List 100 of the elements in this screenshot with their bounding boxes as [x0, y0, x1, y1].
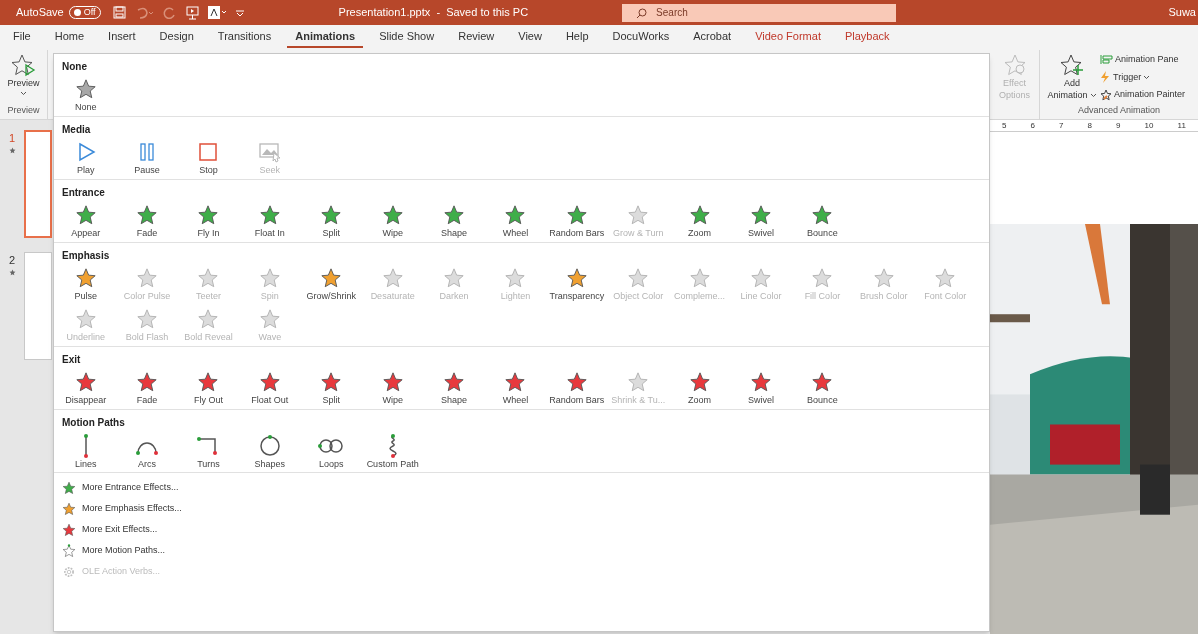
menu-item[interactable]: More Exit Effects... — [54, 519, 989, 540]
presenter-icon[interactable] — [185, 5, 199, 20]
animation-item[interactable]: Random Bars — [546, 199, 608, 240]
ribbon-tab[interactable]: Review — [450, 27, 503, 48]
animation-pane-icon — [1100, 54, 1113, 66]
animation-item[interactable]: Shapes — [239, 429, 301, 470]
animation-item[interactable]: Shape — [423, 199, 485, 240]
star-icon — [750, 371, 772, 394]
animation-item[interactable]: Wipe — [361, 366, 424, 407]
animation-painter-button[interactable]: Animation Painter — [1100, 88, 1186, 102]
ribbon-tab[interactable]: Video Format — [747, 27, 829, 48]
star-icon — [627, 204, 650, 227]
animation-item[interactable]: Bounce — [791, 366, 854, 407]
ribbon-tab[interactable]: Insert — [100, 27, 144, 48]
trigger-button[interactable]: Trigger — [1100, 70, 1186, 84]
redo-icon[interactable] — [161, 5, 176, 20]
animation-item[interactable]: Zoom — [668, 199, 731, 240]
undo-icon[interactable] — [135, 6, 154, 19]
animation-item[interactable]: Arcs — [116, 429, 178, 470]
star-icon — [258, 267, 281, 290]
star-icon — [688, 204, 711, 227]
animation-item[interactable]: Random Bars — [546, 366, 608, 407]
line-path-icon — [83, 434, 88, 458]
caret-icon — [1143, 74, 1151, 80]
star-icon — [258, 204, 281, 227]
ribbon-tab[interactable]: View — [510, 27, 550, 48]
animation-item[interactable]: Fly In — [177, 199, 240, 240]
group-label: Advanced Animation — [1076, 103, 1162, 117]
star-icon — [443, 267, 466, 290]
animation-item[interactable]: Lines — [55, 429, 117, 470]
animation-item[interactable]: Grow/Shrink — [300, 262, 362, 303]
ribbon-tab[interactable]: Slide Show — [371, 27, 443, 48]
search-field[interactable]: Search — [622, 3, 897, 22]
animation-item[interactable]: Loops — [300, 429, 362, 470]
animation-item[interactable]: Pause — [116, 136, 178, 177]
customize-caret-icon[interactable] — [235, 8, 244, 17]
animation-item[interactable]: Float Out — [239, 366, 301, 407]
star-icon — [381, 204, 404, 227]
animation-item[interactable]: Split — [300, 366, 362, 407]
star-icon — [565, 267, 588, 290]
star-icon — [627, 371, 650, 394]
ribbon-tab[interactable]: Animations — [287, 27, 364, 48]
animation-item[interactable]: Zoom — [668, 366, 731, 407]
ribbon-tab[interactable]: Design — [151, 27, 202, 48]
star-icon — [872, 267, 895, 290]
ribbon-tab[interactable]: Playback — [836, 27, 898, 48]
add-animation-button[interactable]: Add Animation — [1046, 53, 1098, 104]
ribbon-tab[interactable]: Acrobat — [685, 27, 740, 48]
text-box-icon[interactable] — [207, 6, 226, 19]
animation-item[interactable]: Swivel — [730, 199, 792, 240]
star-icon — [627, 267, 650, 290]
star-brush-icon — [1100, 88, 1112, 101]
animation-item[interactable]: Pulse — [55, 262, 117, 303]
animation-item[interactable]: Wheel — [484, 366, 547, 407]
star-icon — [320, 204, 343, 227]
animation-item[interactable]: Float In — [239, 199, 301, 240]
preview-button[interactable]: Preview — [7, 50, 40, 96]
star-icon — [62, 543, 76, 558]
animation-item[interactable]: Appear — [55, 199, 117, 240]
animation-item[interactable]: Wheel — [484, 199, 547, 240]
caret-icon — [20, 90, 27, 96]
animation-item[interactable]: Transparency — [546, 262, 608, 303]
autosave-label: AutoSave — [16, 5, 64, 21]
preview-star-icon — [10, 53, 37, 77]
animation-item[interactable]: Split — [300, 199, 362, 240]
animation-item[interactable]: Disappear — [55, 366, 117, 407]
ribbon-tab[interactable]: Help — [557, 27, 597, 48]
star-icon — [381, 371, 404, 394]
animation-star-icon — [8, 146, 16, 154]
slide-thumbnail[interactable] — [24, 252, 52, 360]
animation-item[interactable]: Swivel — [730, 366, 792, 407]
slide-thumbnail[interactable] — [24, 130, 52, 238]
ribbon-tab[interactable]: File — [5, 27, 39, 48]
star-icon — [258, 371, 281, 394]
animation-item[interactable]: Fade — [116, 366, 178, 407]
animation-item[interactable]: Wipe — [361, 199, 424, 240]
animation-item[interactable]: Custom Path — [361, 429, 424, 470]
animation-item[interactable]: Fly Out — [177, 366, 240, 407]
menu-item[interactable]: More Emphasis Effects... — [54, 498, 989, 519]
user-name[interactable]: Suwa — [1168, 4, 1196, 21]
star-icon — [62, 522, 76, 537]
ruler-number: 9 — [1116, 119, 1121, 132]
ribbon-tab[interactable]: DocuWorks — [604, 27, 678, 48]
save-icon[interactable] — [112, 6, 126, 19]
animation-item[interactable]: Shape — [423, 366, 485, 407]
animation-item[interactable]: Bounce — [791, 199, 854, 240]
ribbon-tab[interactable]: Transitions — [209, 27, 280, 48]
menu-item[interactable]: More Entrance Effects... — [54, 477, 989, 498]
animation-pane-button[interactable]: Animation Pane — [1100, 53, 1186, 67]
star-icon — [811, 371, 834, 394]
animation-item[interactable]: Stop — [177, 136, 240, 177]
animation-item[interactable]: Turns — [177, 429, 240, 470]
seek-icon — [257, 141, 282, 164]
ribbon-tab[interactable]: Home — [46, 27, 93, 48]
animation-item[interactable]: Play — [55, 136, 117, 177]
animation-item[interactable]: None — [55, 73, 117, 114]
star-icon — [565, 371, 588, 394]
animation-item[interactable]: Fade — [116, 199, 178, 240]
menu-item[interactable]: More Motion Paths... — [54, 540, 989, 561]
star-icon — [688, 371, 711, 394]
